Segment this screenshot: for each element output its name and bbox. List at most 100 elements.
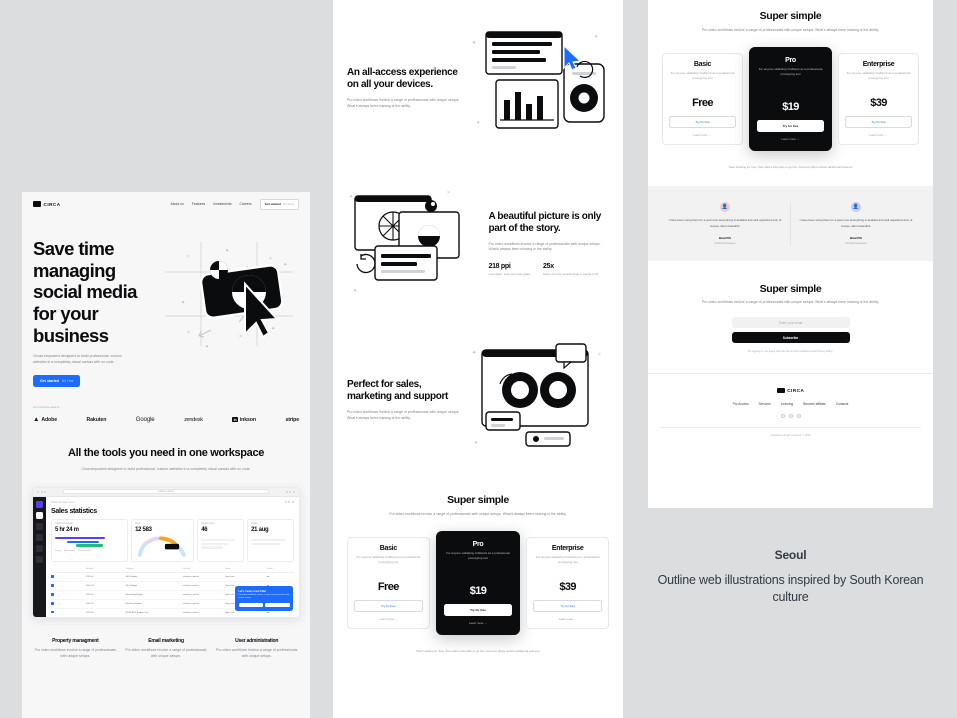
plan-try-button[interactable]: Try for free bbox=[669, 115, 736, 129]
table-row[interactable]: 2021-02 CEO Budget statistics.com/ual Op… bbox=[51, 573, 294, 582]
section-body: Pro video workflows involve a range of p… bbox=[347, 409, 460, 420]
row-checkbox[interactable] bbox=[51, 601, 54, 605]
cell-number: 2021-05 bbox=[85, 602, 94, 605]
col-status[interactable]: Status bbox=[225, 568, 264, 570]
plan-try-button[interactable]: Try for free bbox=[757, 119, 824, 133]
plan-desc: For anyone validating Craftwork as a pro… bbox=[670, 70, 735, 80]
subscribe-button[interactable]: Subscribe bbox=[731, 332, 850, 344]
plan-learn-more-link[interactable]: Learn more → bbox=[444, 621, 513, 625]
svg-text:✦: ✦ bbox=[353, 288, 357, 294]
popup-create-button[interactable] bbox=[238, 603, 263, 608]
pricing-card-enterprise[interactable]: Enterprise For anyone validating Craftwo… bbox=[838, 52, 919, 145]
popup-cancel-button[interactable] bbox=[265, 603, 290, 608]
plan-learn-more-link[interactable]: Learn more → bbox=[533, 617, 602, 621]
pricing-card-pro[interactable]: Pro For anyone validating Craftwork as a… bbox=[749, 46, 832, 151]
footer-link-pro-access[interactable]: Pro Access bbox=[733, 402, 749, 406]
plan-try-button[interactable]: Try for free bbox=[533, 599, 603, 613]
cell-status: Open task bbox=[224, 611, 235, 614]
presentation-board: CIRCA About us Features Investments Care… bbox=[0, 0, 957, 718]
plan-learn-more-link[interactable]: Learn more → bbox=[354, 617, 423, 621]
plan-desc: For anyone validating Craftwork as a pro… bbox=[535, 554, 600, 564]
stat-value: 21 aug bbox=[251, 526, 269, 533]
footer-social-links bbox=[660, 414, 921, 419]
col-owner[interactable]: Owner bbox=[267, 568, 294, 570]
popup-title: Let's create a new folder bbox=[238, 589, 267, 593]
dashboard-title: Sales statistics bbox=[51, 507, 97, 515]
stat-value: 5 hr 24 m bbox=[55, 526, 79, 533]
plan-price: $19 bbox=[469, 584, 487, 597]
cell-owner: ●● bbox=[266, 611, 270, 614]
popup-body: Pro video workflows involve a range of p… bbox=[238, 593, 290, 600]
panel-landing-page: CIRCA About us Features Investments Care… bbox=[22, 192, 310, 718]
pricing-card-enterprise[interactable]: Enterprise For anyone validating Craftwo… bbox=[526, 536, 610, 629]
section-title: Perfect for sales, marketing and support bbox=[347, 378, 448, 403]
footer-link-services[interactable]: Services bbox=[759, 402, 771, 406]
hero-body: Circaa empowers designers to build profe… bbox=[33, 354, 122, 365]
sidebar-item-dashboard[interactable] bbox=[36, 511, 43, 519]
dashboard-toolbar-actions[interactable] bbox=[284, 501, 294, 504]
col-number[interactable]: Number bbox=[86, 568, 122, 570]
sidebar-item-tasks[interactable] bbox=[36, 533, 43, 541]
dashboard-search-input[interactable]: Search for data, users bbox=[51, 501, 75, 504]
plan-try-button[interactable]: Try for free bbox=[845, 115, 912, 129]
logo[interactable]: CIRCA bbox=[33, 201, 61, 207]
nav-item-about-us[interactable]: About us bbox=[170, 202, 183, 206]
avatar: 👤 bbox=[851, 202, 861, 213]
hero-get-started-button[interactable]: Get started It's Free bbox=[33, 375, 81, 388]
pricing-card-basic[interactable]: Basic For anyone validating Craftwork as… bbox=[347, 536, 430, 629]
plan-learn-more-link[interactable]: Learn more → bbox=[757, 137, 824, 141]
browser-chrome: software design bbox=[33, 487, 299, 497]
col-results[interactable]: Results bbox=[183, 568, 222, 570]
svg-text:✦: ✦ bbox=[474, 440, 478, 446]
cell-number: 2021-02 bbox=[85, 575, 94, 578]
plan-try-button[interactable]: Try for free bbox=[354, 599, 423, 613]
testimonial-card: 👤 I have been using them for a year now.… bbox=[660, 202, 790, 245]
pricing-card-basic[interactable]: Basic For anyone validating Craftwork as… bbox=[662, 52, 743, 145]
nav-item-careers[interactable]: Careers bbox=[240, 202, 252, 206]
plan-price: $39 bbox=[870, 96, 887, 109]
footer-link-learning[interactable]: Learning bbox=[781, 402, 793, 406]
facebook-icon[interactable] bbox=[780, 414, 785, 419]
nav-get-started-button[interactable]: Get started It's Free bbox=[259, 198, 299, 210]
browser-url-text: software design bbox=[157, 490, 175, 493]
section-body: Pro video workflows involve a range of p… bbox=[347, 97, 460, 108]
plan-try-button[interactable]: Try for free bbox=[443, 603, 513, 617]
legend-communication: Communication bbox=[78, 549, 92, 552]
row-checkbox[interactable] bbox=[51, 583, 54, 587]
svg-text:✦: ✦ bbox=[181, 300, 185, 306]
footer-link-become-affiliate[interactable]: Become affiliate bbox=[803, 402, 826, 406]
nav-item-features[interactable]: Features bbox=[192, 202, 205, 206]
twitter-icon[interactable] bbox=[788, 414, 793, 419]
svg-text:✦: ✦ bbox=[594, 34, 598, 40]
plan-learn-more-link[interactable]: Learn more → bbox=[669, 133, 736, 137]
plan-learn-more-link[interactable]: Learn more → bbox=[845, 133, 912, 137]
stat-value: 12 583 bbox=[135, 526, 152, 533]
col-category[interactable]: Category bbox=[125, 568, 180, 570]
sidebar-item-team[interactable] bbox=[36, 544, 43, 552]
row-checkbox[interactable] bbox=[51, 575, 54, 578]
spec-ppi: 218 ppi Less glare. And even less glare. bbox=[488, 263, 531, 277]
stat-label: Today productivity bbox=[55, 522, 74, 525]
footer-link-contacts[interactable]: Contacts bbox=[836, 402, 849, 406]
browser-url-bar[interactable]: software design bbox=[63, 489, 269, 495]
tools-body: Circa empowers designers to build profes… bbox=[81, 466, 251, 471]
sidebar-item-home[interactable] bbox=[36, 500, 43, 508]
cell-owner: ●● bbox=[266, 575, 270, 578]
browser-actions[interactable] bbox=[285, 490, 295, 493]
plan-desc: For anyone validating Craftwork as a pro… bbox=[356, 554, 421, 564]
sidebar-item-reports[interactable] bbox=[36, 522, 43, 530]
feature-columns: Property managment Pro video workflows i… bbox=[22, 618, 310, 660]
pricing-card-pro[interactable]: Pro For anyone validating Craftwork as a… bbox=[435, 530, 521, 635]
footer-logo[interactable]: CIRCA bbox=[660, 387, 921, 394]
caption-description: Outline web illustrations inspired by So… bbox=[657, 573, 924, 604]
row-checkbox[interactable] bbox=[51, 592, 54, 596]
stat-card-errors: Server errors 46 bbox=[197, 518, 245, 562]
instagram-icon[interactable] bbox=[796, 414, 801, 419]
sidebar-item-settings[interactable] bbox=[36, 555, 43, 563]
nav-item-investments[interactable]: Investments bbox=[213, 202, 231, 206]
pricing-title: Super simple bbox=[759, 10, 822, 22]
window-controls[interactable] bbox=[37, 490, 47, 493]
plan-name: Enterprise bbox=[551, 544, 584, 552]
row-checkbox[interactable] bbox=[51, 610, 54, 614]
email-field[interactable]: Enter your email bbox=[731, 317, 850, 329]
